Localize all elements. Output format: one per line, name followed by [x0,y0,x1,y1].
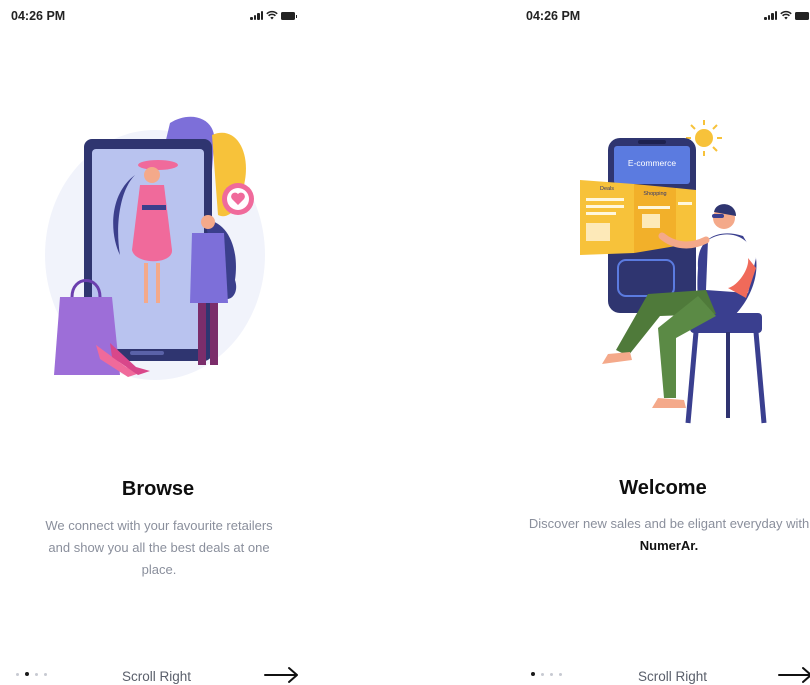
page-title: Browse [121,478,195,500]
page-dot [35,672,38,676]
description-text: Discover new sales and be eligant everyd… [528,516,810,531]
page-description: Discover new sales and be eligant everyd… [524,513,810,557]
onboarding-screen-browse: 04:26 PM Browse We connect with your fav… [0,0,316,685]
man-chair-ecommerce-illustration: E-commerce Deals Shopping [580,120,767,424]
signal-icon [250,11,263,20]
arrow-right-icon[interactable] [264,666,300,684]
status-time: 04:26 PM [526,9,581,23]
status-icons [250,10,297,20]
status-time: 04:26 PM [11,9,66,23]
signal-icon [764,11,777,20]
page-description: We connect with your favourite retailers… [45,518,273,577]
battery-icon [795,12,810,20]
page-indicator [531,672,562,676]
panel-label-deals: Deals [600,186,614,192]
scroll-right-label[interactable]: Scroll Right [638,669,707,684]
scroll-right-label[interactable]: Scroll Right [122,669,191,684]
page-title: Welcome [619,477,707,499]
panel-label-shopping: Shopping [643,191,666,197]
onboarding-screen-welcome: 04:26 PM E-commerce Deals Shopping Welco… [516,0,810,685]
page-dot [44,672,47,676]
wifi-icon [780,10,792,20]
battery-icon [281,12,297,20]
page-dot [559,672,562,676]
page-dot [541,672,544,676]
woman-shopping-mirror-illustration [45,116,265,380]
page-dot [550,672,553,676]
page-dot-active [25,672,29,676]
brand-name: NumerAr. [639,538,699,553]
phone-label: E-commerce [628,158,676,168]
arrow-right-icon[interactable] [778,666,810,684]
page-indicator [16,672,47,676]
page-dot-active [531,672,535,676]
page-dot [16,672,19,676]
wifi-icon [266,10,278,20]
status-icons [764,10,810,20]
